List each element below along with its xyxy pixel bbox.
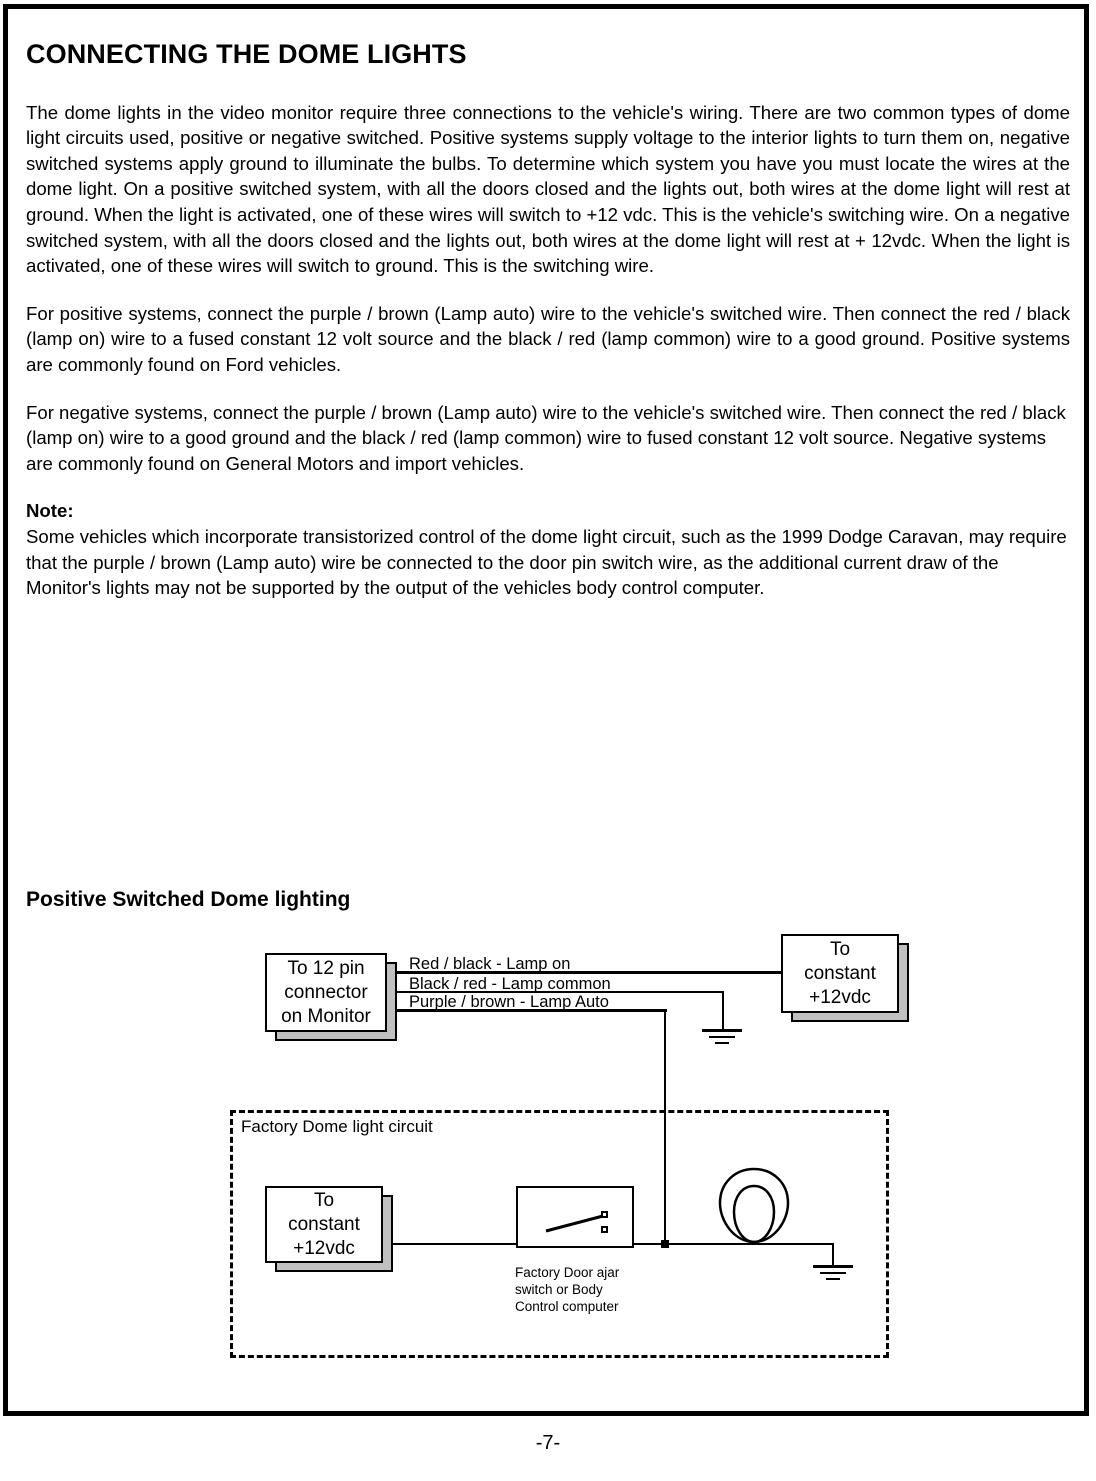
page-title: CONNECTING THE DOME LIGHTS — [26, 39, 467, 69]
note-text: Some vehicles which incorporate transist… — [26, 526, 1067, 599]
paragraph-overview: The dome lights in the video monitor req… — [26, 101, 1070, 277]
document-content: CONNECTING THE DOME LIGHTS The dome ligh… — [26, 39, 1070, 601]
paragraph-positive-systems: For positive systems, connect the purple… — [26, 302, 1070, 376]
diagram-title: Positive Switched Dome lighting — [26, 888, 351, 911]
note-label: Note: — [26, 500, 74, 522]
document-page: CONNECTING THE DOME LIGHTS The dome ligh… — [0, 0, 1096, 1481]
page-number: -7- — [535, 1432, 561, 1454]
paragraph-negative-systems: For negative systems, connect the purple… — [26, 401, 1066, 474]
